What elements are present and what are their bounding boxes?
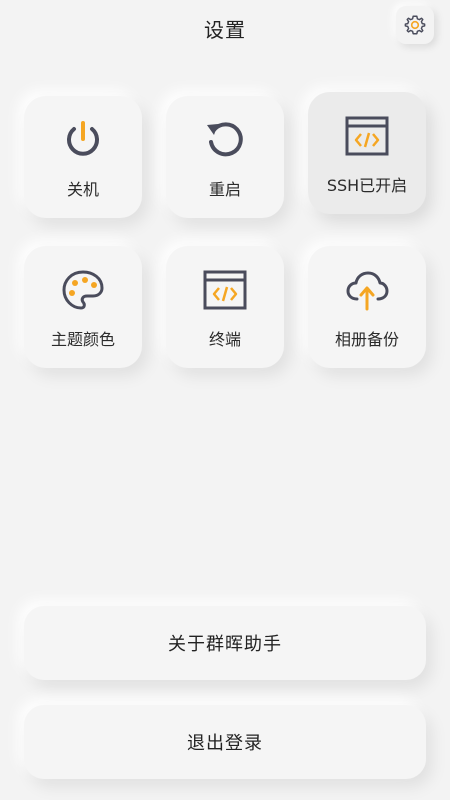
tile-label: 主题颜色 xyxy=(50,330,115,349)
tile-photo-backup[interactable]: 相册备份 xyxy=(308,246,426,368)
tile-terminal[interactable]: 终端 xyxy=(166,246,284,368)
cloud-upload-icon xyxy=(346,271,389,311)
tile-label: 重启 xyxy=(208,180,241,199)
about-button[interactable]: 关于群晖助手 xyxy=(24,606,426,680)
settings-button[interactable] xyxy=(396,6,434,44)
palette-icon xyxy=(62,270,104,310)
tile-label: 终端 xyxy=(208,330,241,349)
header: 设置 xyxy=(0,0,450,56)
page-title: 设置 xyxy=(204,18,246,42)
terminal-icon xyxy=(203,270,247,310)
tile-power-off[interactable]: 关机 xyxy=(24,96,142,218)
code-window-icon xyxy=(345,116,389,156)
tile-label: 相册备份 xyxy=(334,330,399,349)
tile-label: 关机 xyxy=(66,180,99,199)
power-icon xyxy=(67,121,99,156)
restart-icon xyxy=(207,122,243,157)
logout-button[interactable]: 退出登录 xyxy=(24,705,426,779)
tile-ssh[interactable]: SSH已开启 xyxy=(308,92,426,214)
tile-restart[interactable]: 重启 xyxy=(166,96,284,218)
tile-label: SSH已开启 xyxy=(326,176,408,195)
gear-icon xyxy=(404,15,426,35)
tile-theme-color[interactable]: 主题颜色 xyxy=(24,246,142,368)
